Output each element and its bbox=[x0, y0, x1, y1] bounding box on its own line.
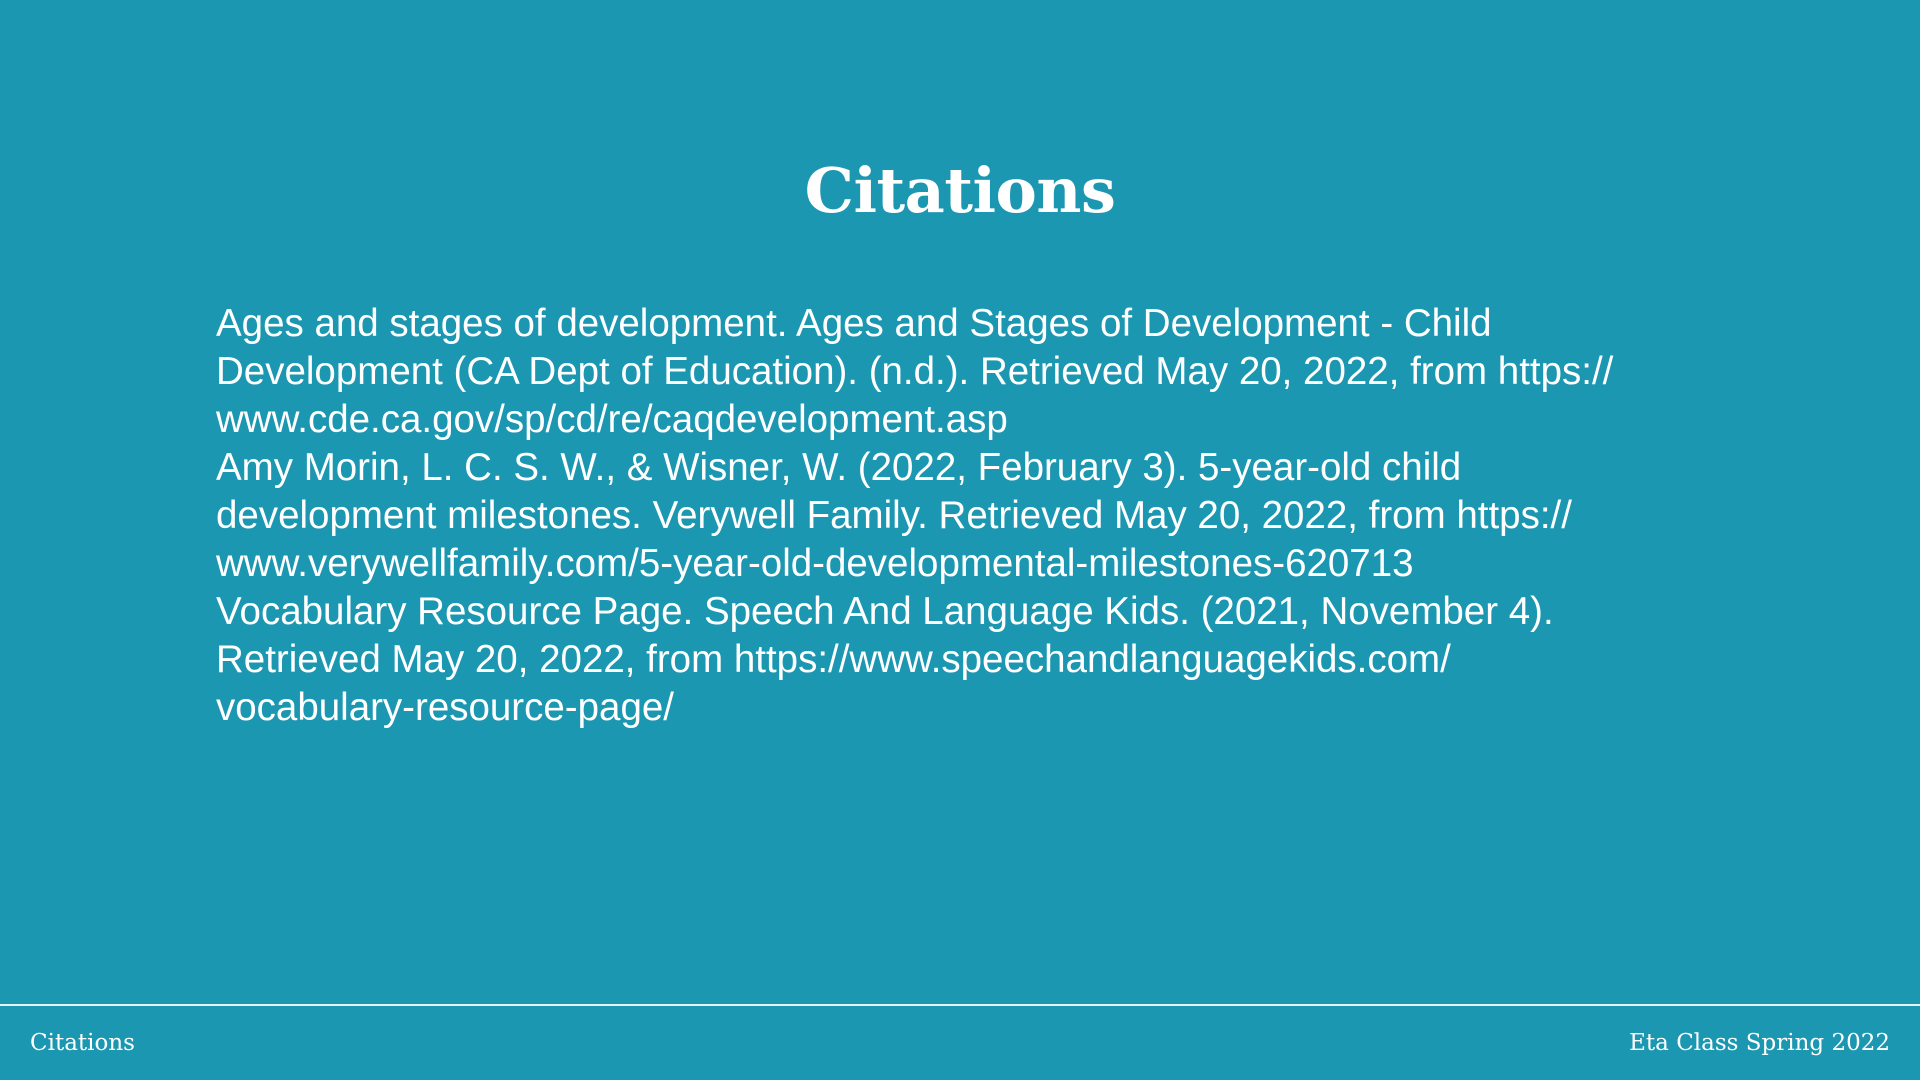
citation-line: Retrieved May 20, 2022, from https://www… bbox=[216, 638, 1451, 681]
citation-item: Vocabulary Resource Page. Speech And Lan… bbox=[216, 588, 1706, 732]
slide-title: Citations bbox=[804, 154, 1116, 227]
citation-line: Amy Morin, L. C. S. W., & Wisner, W. (20… bbox=[216, 446, 1462, 489]
slide: Citations Ages and stages of development… bbox=[0, 0, 1920, 1080]
citation-item: Amy Morin, L. C. S. W., & Wisner, W. (20… bbox=[216, 444, 1706, 588]
citation-line: www.verywellfamily.com/5-year-old-develo… bbox=[216, 542, 1414, 585]
citation-line: www.cde.ca.gov/sp/cd/re/caqdevelopment.a… bbox=[216, 398, 1008, 441]
citations-list: Ages and stages of development. Ages and… bbox=[216, 300, 1706, 732]
citation-line: vocabulary-resource-page/ bbox=[216, 686, 674, 729]
citation-line: development milestones. Verywell Family.… bbox=[216, 494, 1572, 537]
citation-line: Development (CA Dept of Education). (n.d… bbox=[216, 350, 1614, 393]
citation-line: Vocabulary Resource Page. Speech And Lan… bbox=[216, 590, 1554, 633]
footer-section-label: Citations bbox=[30, 1030, 135, 1056]
citation-item: Ages and stages of development. Ages and… bbox=[216, 300, 1706, 444]
footer-class-label: Eta Class Spring 2022 bbox=[1629, 1030, 1890, 1056]
citation-line: Ages and stages of development. Ages and… bbox=[216, 302, 1492, 345]
footer-divider bbox=[0, 1004, 1920, 1006]
